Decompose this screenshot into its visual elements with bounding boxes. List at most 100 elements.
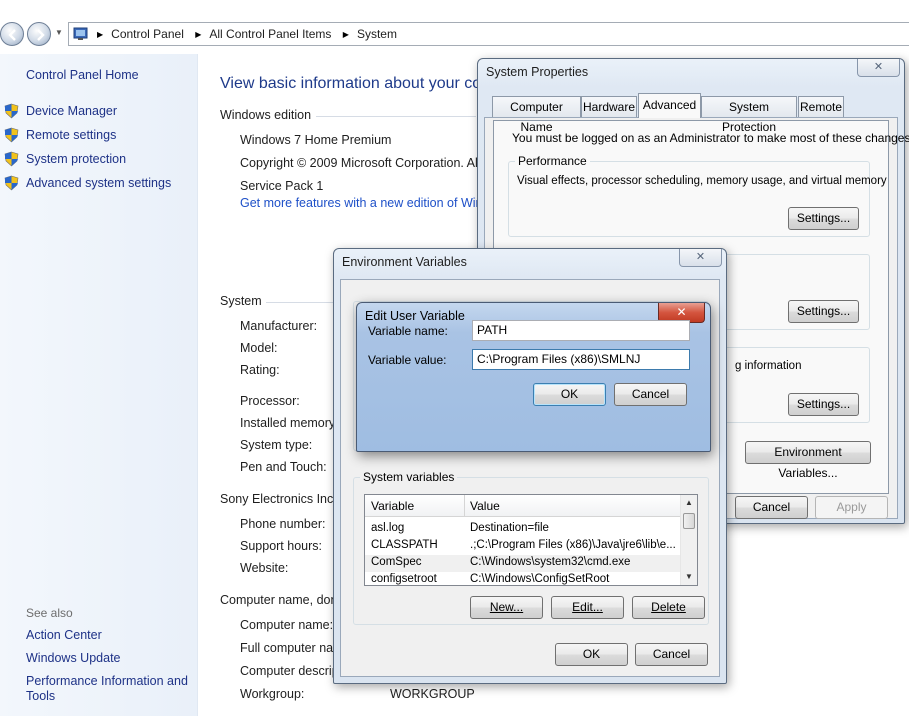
system-variables-group: System variables Variable Value asl.log … (353, 470, 709, 625)
performance-information-link[interactable]: Performance Information and Tools (26, 674, 194, 704)
cancel-button[interactable]: Cancel (635, 643, 708, 666)
system-type-label: System type: (240, 438, 313, 452)
performance-legend: Performance (515, 154, 590, 168)
value-cell: C:\Windows\ConfigSetRoot (470, 573, 610, 585)
close-icon: ✕ (873, 61, 884, 73)
edit-button-label: Edit... (572, 600, 603, 614)
back-button[interactable] (0, 22, 24, 46)
close-button[interactable]: ✕ (679, 249, 722, 267)
control-panel-home-link[interactable]: Control Panel Home (26, 68, 139, 82)
startup-recovery-description: g information (735, 360, 802, 372)
variable-cell: CLASSPATH (371, 539, 438, 551)
variable-cell: asl.log (371, 522, 405, 534)
dialog-title: Edit User Variable (365, 309, 465, 323)
forward-button[interactable] (27, 22, 51, 46)
performance-settings-button[interactable]: Settings... (788, 207, 859, 230)
system-variables-legend: System variables (360, 470, 458, 484)
model-label: Model: (240, 341, 278, 355)
scroll-down-icon[interactable]: ▼ (681, 569, 697, 585)
admin-note: You must be logged on as an Administrato… (512, 131, 909, 145)
edition-name: Windows 7 Home Premium (240, 133, 392, 147)
table-row[interactable]: CLASSPATH .;C:\Program Files (x86)\Java\… (365, 538, 697, 555)
system-protection-label: System protection (26, 152, 127, 166)
tab-remote[interactable]: Remote (798, 96, 844, 117)
system-variables-list[interactable]: Variable Value asl.log Destination=file … (364, 494, 698, 586)
tab-computer-name[interactable]: Computer Name (492, 96, 581, 134)
windows-edition-heading: Windows edition (220, 108, 312, 122)
copyright-text: Copyright © 2009 Microsoft Corporation. … (240, 156, 481, 170)
edit-user-variable-dialog: Edit User Variable ✕ Variable name: PATH… (356, 302, 711, 452)
value-cell: C:\Windows\system32\cmd.exe (470, 556, 631, 568)
recent-pages-dropdown-icon[interactable]: ▼ (55, 28, 63, 37)
remote-settings-label: Remote settings (26, 128, 117, 142)
device-manager-label: Device Manager (26, 104, 118, 118)
manufacturer-label: Manufacturer: (240, 319, 318, 333)
variable-cell: ComSpec (371, 556, 422, 568)
close-button[interactable]: ✕ (857, 59, 900, 77)
page-title: View basic information about your co (220, 75, 482, 92)
phone-number-label: Phone number: (240, 517, 326, 531)
environment-variables-button[interactable]: Environment Variables... (745, 441, 871, 480)
delete-variable-button[interactable]: Delete (632, 596, 705, 619)
value-cell: .;C:\Program Files (x86)\Java\jre6\lib\e… (470, 539, 676, 551)
tab-advanced[interactable]: Advanced (638, 93, 701, 118)
device-manager-link[interactable]: Device Manager (4, 102, 117, 120)
tab-hardware[interactable]: Hardware (581, 96, 637, 117)
see-also-heading: See also (26, 606, 73, 620)
column-divider[interactable] (464, 495, 465, 517)
edit-variable-button[interactable]: Edit... (551, 596, 624, 619)
breadcrumb-system[interactable]: System (357, 27, 397, 41)
tab-system-protection[interactable]: System Protection (701, 96, 797, 134)
table-row[interactable]: configsetroot C:\Windows\ConfigSetRoot (365, 572, 697, 585)
website-label: Website: (240, 561, 289, 575)
advanced-system-settings-link[interactable]: Advanced system settings (4, 174, 171, 192)
startup-recovery-settings-button[interactable]: Settings... (788, 393, 859, 416)
performance-description: Visual effects, processor scheduling, me… (517, 175, 887, 187)
table-row[interactable]: ComSpec C:\Windows\system32\cmd.exe (365, 555, 697, 572)
chevron-right-icon[interactable]: ▶ (195, 30, 201, 39)
cancel-button[interactable]: Cancel (614, 383, 687, 406)
ok-button[interactable]: OK (533, 383, 606, 406)
scroll-thumb[interactable] (683, 513, 695, 529)
column-header-value[interactable]: Value (470, 499, 500, 513)
installed-memory-label: Installed memory (240, 416, 336, 430)
delete-button-label: Delete (651, 600, 686, 614)
ok-button[interactable]: OK (555, 643, 628, 666)
processor-label: Processor: (240, 394, 300, 408)
full-computer-name-label: Full computer nam (240, 641, 344, 655)
column-header-variable[interactable]: Variable (371, 499, 414, 513)
section-divider (316, 116, 476, 117)
action-center-link[interactable]: Action Center (26, 628, 102, 643)
computer-name-label: Computer name: (240, 618, 334, 632)
windows-update-link[interactable]: Windows Update (26, 651, 121, 666)
upgrade-edition-link[interactable]: Get more features with a new edition of … (240, 196, 496, 210)
breadcrumb-all-items[interactable]: All Control Panel Items (209, 27, 331, 41)
dialog-title: Environment Variables (342, 255, 467, 269)
chevron-right-icon[interactable]: ▶ (97, 30, 103, 39)
user-profiles-settings-button[interactable]: Settings... (788, 300, 859, 323)
apply-button[interactable]: Apply (815, 496, 888, 519)
pen-touch-label: Pen and Touch: (240, 460, 327, 474)
breadcrumb-control-panel[interactable]: Control Panel (111, 27, 184, 41)
vertical-scrollbar[interactable]: ▲ ▼ (680, 495, 697, 585)
variable-name-input[interactable]: PATH (472, 320, 690, 341)
new-variable-button[interactable]: New... (470, 596, 543, 619)
remote-settings-link[interactable]: Remote settings (4, 126, 116, 144)
address-bar[interactable]: ▶ Control Panel ▶ All Control Panel Items … (68, 22, 909, 46)
close-icon: ✕ (695, 251, 706, 263)
variable-cell: configsetroot (371, 573, 437, 585)
support-hours-label: Support hours: (240, 539, 322, 553)
shield-icon (4, 103, 19, 119)
scroll-up-icon[interactable]: ▲ (681, 495, 697, 511)
workgroup-label: Workgroup: (240, 687, 305, 701)
variable-value-input[interactable]: C:\Program Files (x86)\SMLNJ (472, 349, 690, 370)
advanced-system-settings-label: Advanced system settings (26, 176, 172, 190)
new-button-label: New... (489, 600, 524, 614)
chevron-right-icon[interactable]: ▶ (343, 30, 349, 39)
cancel-button[interactable]: Cancel (735, 496, 808, 519)
computer-name-heading: Computer name, dom (220, 593, 341, 607)
list-header: Variable Value (365, 495, 697, 517)
table-row[interactable]: asl.log Destination=file (365, 521, 697, 538)
variable-name-label: Variable name: (368, 324, 448, 338)
system-protection-link[interactable]: System protection (4, 150, 126, 168)
